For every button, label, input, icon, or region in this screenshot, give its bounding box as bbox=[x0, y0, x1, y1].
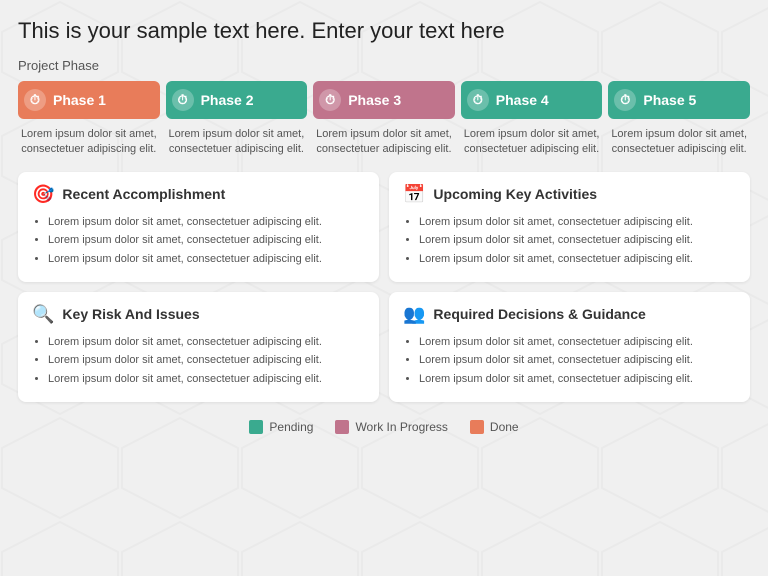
list-item: Lorem ipsum dolor sit amet, consectetuer… bbox=[419, 215, 736, 230]
legend-dot-0 bbox=[249, 420, 263, 434]
phase-icon-3: ⏱ bbox=[319, 89, 341, 111]
list-item: Lorem ipsum dolor sit amet, consectetuer… bbox=[419, 233, 736, 248]
accomplishment-list: Lorem ipsum dolor sit amet, consectetuer… bbox=[32, 215, 365, 267]
list-item: Lorem ipsum dolor sit amet, consectetuer… bbox=[419, 252, 736, 267]
list-item: Lorem ipsum dolor sit amet, consectetuer… bbox=[48, 215, 365, 230]
legend-dot-1 bbox=[335, 420, 349, 434]
accomplishment-icon: 🎯 bbox=[32, 184, 54, 205]
risks-icon: 🔍 bbox=[32, 304, 54, 325]
list-item: Lorem ipsum dolor sit amet, consectetuer… bbox=[48, 233, 365, 248]
phase-col-3: ⏱ Phase 3 Lorem ipsum dolor sit amet, cons… bbox=[313, 81, 455, 158]
legend-item-1: Work In Progress bbox=[335, 420, 447, 434]
bottom-grid: 🎯 Recent Accomplishment Lorem ipsum dolo… bbox=[18, 172, 750, 402]
risks-header: 🔍 Key Risk And Issues bbox=[32, 304, 365, 325]
legend-label-1: Work In Progress bbox=[355, 420, 447, 434]
legend-item-0: Pending bbox=[249, 420, 313, 434]
legend-label-0: Pending bbox=[269, 420, 313, 434]
phase-col-5: ⏱ Phase 5 Lorem ipsum dolor sit amet, cons… bbox=[608, 81, 750, 158]
phase-col-4: ⏱ Phase 4 Lorem ipsum dolor sit amet, cons… bbox=[461, 81, 603, 158]
activities-list: Lorem ipsum dolor sit amet, consectetuer… bbox=[403, 215, 736, 267]
phase-label-5: Phase 5 bbox=[643, 92, 696, 108]
list-item: Lorem ipsum dolor sit amet, consectetuer… bbox=[48, 252, 365, 267]
phase-description-1: Lorem ipsum dolor sit amet, consectetuer… bbox=[18, 127, 160, 158]
legend-dot-2 bbox=[470, 420, 484, 434]
phase-col-2: ⏱ Phase 2 Lorem ipsum dolor sit amet, cons… bbox=[166, 81, 308, 158]
list-item: Lorem ipsum dolor sit amet, consectetuer… bbox=[419, 372, 736, 387]
risks-list: Lorem ipsum dolor sit amet, consectetuer… bbox=[32, 335, 365, 387]
phase-description-5: Lorem ipsum dolor sit amet, consectetuer… bbox=[608, 127, 750, 158]
phase-button-3[interactable]: ⏱ Phase 3 bbox=[313, 81, 455, 119]
page-title: This is your sample text here. Enter you… bbox=[18, 18, 750, 44]
decisions-header: 👥 Required Decisions & Guidance bbox=[403, 304, 736, 325]
phase-icon-4: ⏱ bbox=[467, 89, 489, 111]
list-item: Lorem ipsum dolor sit amet, consectetuer… bbox=[48, 335, 365, 350]
activities-header: 📅 Upcoming Key Activities bbox=[403, 184, 736, 205]
phase-icon-2: ⏱ bbox=[172, 89, 194, 111]
legend-item-2: Done bbox=[470, 420, 519, 434]
list-item: Lorem ipsum dolor sit amet, consectetuer… bbox=[419, 353, 736, 368]
phase-button-2[interactable]: ⏱ Phase 2 bbox=[166, 81, 308, 119]
accomplishment-header: 🎯 Recent Accomplishment bbox=[32, 184, 365, 205]
decisions-icon: 👥 bbox=[403, 304, 425, 325]
phase-description-3: Lorem ipsum dolor sit amet, consectetuer… bbox=[313, 127, 455, 158]
list-item: Lorem ipsum dolor sit amet, consectetuer… bbox=[48, 372, 365, 387]
legend-label-2: Done bbox=[490, 420, 519, 434]
decisions-list: Lorem ipsum dolor sit amet, consectetuer… bbox=[403, 335, 736, 387]
risks-card: 🔍 Key Risk And Issues Lorem ipsum dolor … bbox=[18, 292, 379, 402]
phase-label-3: Phase 3 bbox=[348, 92, 401, 108]
phases-row: ⏱ Phase 1 Lorem ipsum dolor sit amet, cons… bbox=[18, 81, 750, 158]
legend: Pending Work In Progress Done bbox=[18, 414, 750, 434]
phase-icon-1: ⏱ bbox=[24, 89, 46, 111]
list-item: Lorem ipsum dolor sit amet, consectetuer… bbox=[419, 335, 736, 350]
activities-icon: 📅 bbox=[403, 184, 425, 205]
risks-title: Key Risk And Issues bbox=[62, 306, 199, 322]
phase-col-1: ⏱ Phase 1 Lorem ipsum dolor sit amet, cons… bbox=[18, 81, 160, 158]
project-phase-label: Project Phase bbox=[18, 58, 750, 73]
phase-button-1[interactable]: ⏱ Phase 1 bbox=[18, 81, 160, 119]
phase-label-4: Phase 4 bbox=[496, 92, 549, 108]
activities-title: Upcoming Key Activities bbox=[433, 186, 597, 202]
phase-description-2: Lorem ipsum dolor sit amet, consectetuer… bbox=[166, 127, 308, 158]
phase-button-5[interactable]: ⏱ Phase 5 bbox=[608, 81, 750, 119]
activities-card: 📅 Upcoming Key Activities Lorem ipsum do… bbox=[389, 172, 750, 282]
accomplishment-card: 🎯 Recent Accomplishment Lorem ipsum dolo… bbox=[18, 172, 379, 282]
decisions-title: Required Decisions & Guidance bbox=[433, 306, 645, 322]
phase-label-2: Phase 2 bbox=[201, 92, 254, 108]
phase-icon-5: ⏱ bbox=[614, 89, 636, 111]
phase-label-1: Phase 1 bbox=[53, 92, 106, 108]
phase-description-4: Lorem ipsum dolor sit amet, consectetuer… bbox=[461, 127, 603, 158]
phase-button-4[interactable]: ⏱ Phase 4 bbox=[461, 81, 603, 119]
accomplishment-title: Recent Accomplishment bbox=[62, 186, 225, 202]
list-item: Lorem ipsum dolor sit amet, consectetuer… bbox=[48, 353, 365, 368]
decisions-card: 👥 Required Decisions & Guidance Lorem ip… bbox=[389, 292, 750, 402]
